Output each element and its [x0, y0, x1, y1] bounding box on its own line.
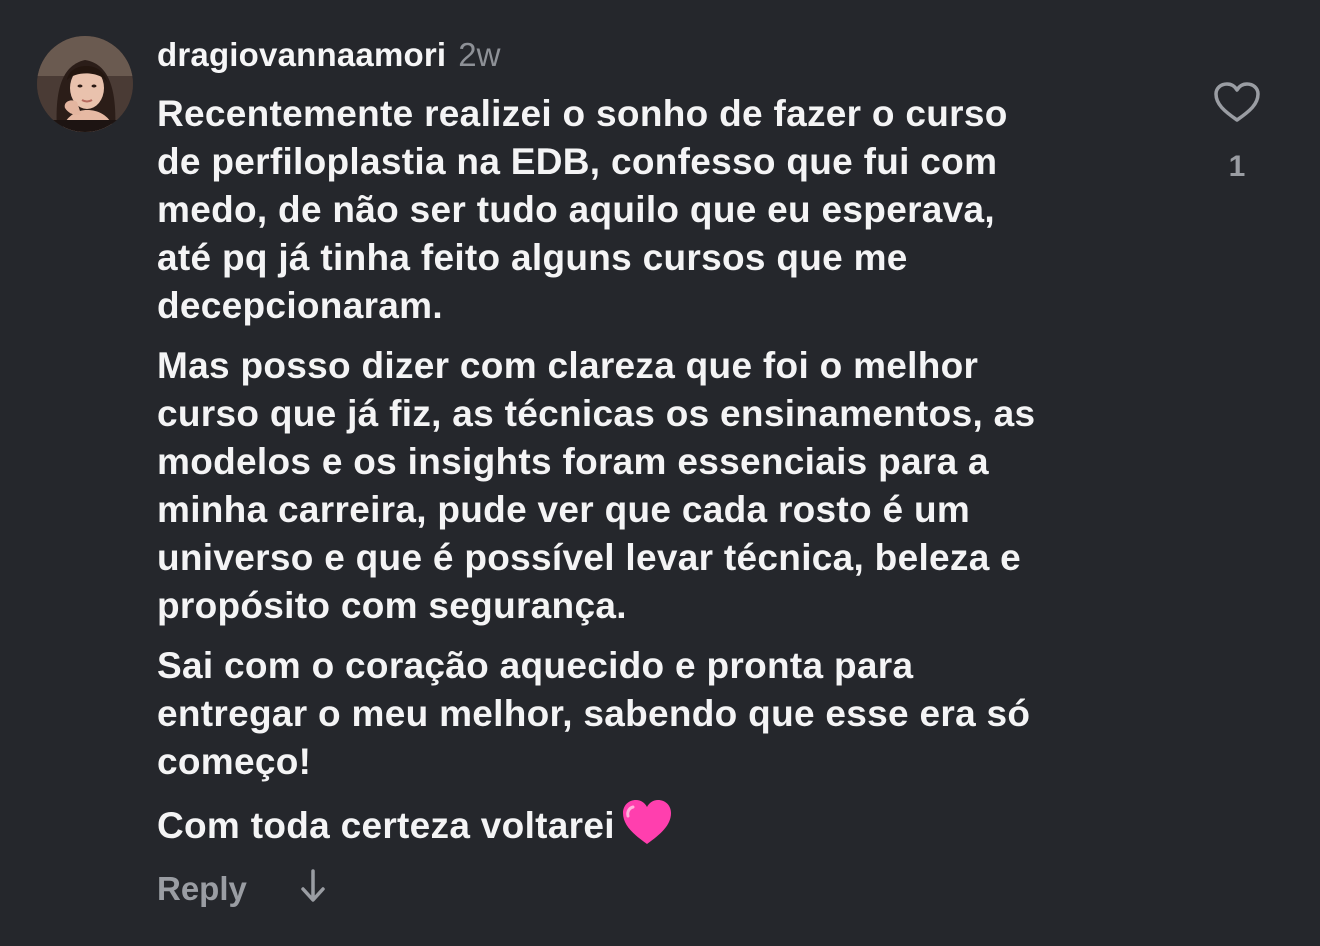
username-link[interactable]: dragiovannaamori [157, 36, 446, 74]
comment-line-text: Com toda certeza voltarei [157, 805, 615, 846]
comment-line: de perfiloplastia na EDB, confesso que f… [157, 141, 998, 182]
comment-timestamp: 2w [458, 36, 501, 73]
comment-line: propósito com segurança. [157, 585, 627, 626]
comment-line: começo! [157, 741, 312, 782]
comment-line: até pq já tinha feito alguns cursos que … [157, 237, 908, 278]
comment-line: Recentemente realizei o sonho de fazer o… [157, 93, 1008, 134]
comment-line: decepcionaram. [157, 285, 443, 326]
pink-heart-emoji [621, 798, 673, 858]
comment-line: minha carreira, pude ver que cada rosto … [157, 489, 971, 530]
comment-item: dragiovannaamori 2w Recentemente realize… [0, 0, 1320, 946]
comment-header: dragiovannaamori 2w [157, 36, 500, 76]
comment-paragraph-4: Com toda certeza voltarei [157, 798, 1167, 858]
heart-outline-icon[interactable] [1212, 80, 1262, 124]
avatar-photo [37, 36, 133, 132]
comment-line: Sai com o coração aquecido e pronta para [157, 645, 914, 686]
comment-line: curso que já fiz, as técnicas os ensinam… [157, 393, 1036, 434]
comment-body: Recentemente realizei o sonho de fazer o… [157, 90, 1167, 870]
comment-actions: Reply [157, 868, 327, 909]
comment-line: medo, de não ser tudo aquilo que eu espe… [157, 189, 995, 230]
comment-paragraph-2: Mas posso dizer com clareza que foi o me… [157, 342, 1167, 630]
comment-paragraph-3: Sai com o coração aquecido e pronta para… [157, 642, 1167, 786]
comment-line-last: Com toda certeza voltarei [157, 798, 1167, 858]
like-area: 1 [1206, 80, 1268, 184]
comment-line: universo e que é possível levar técnica,… [157, 537, 1022, 578]
comment-line: entregar o meu melhor, sabendo que esse … [157, 693, 1031, 734]
arrow-down-icon[interactable] [299, 868, 327, 909]
like-count: 1 [1228, 150, 1246, 183]
reply-button[interactable]: Reply [157, 870, 247, 908]
comment-line: Mas posso dizer com clareza que foi o me… [157, 345, 979, 386]
comment-paragraph-1: Recentemente realizei o sonho de fazer o… [157, 90, 1167, 330]
avatar[interactable] [37, 36, 133, 132]
comment-line: modelos e os insights foram essenciais p… [157, 441, 989, 482]
